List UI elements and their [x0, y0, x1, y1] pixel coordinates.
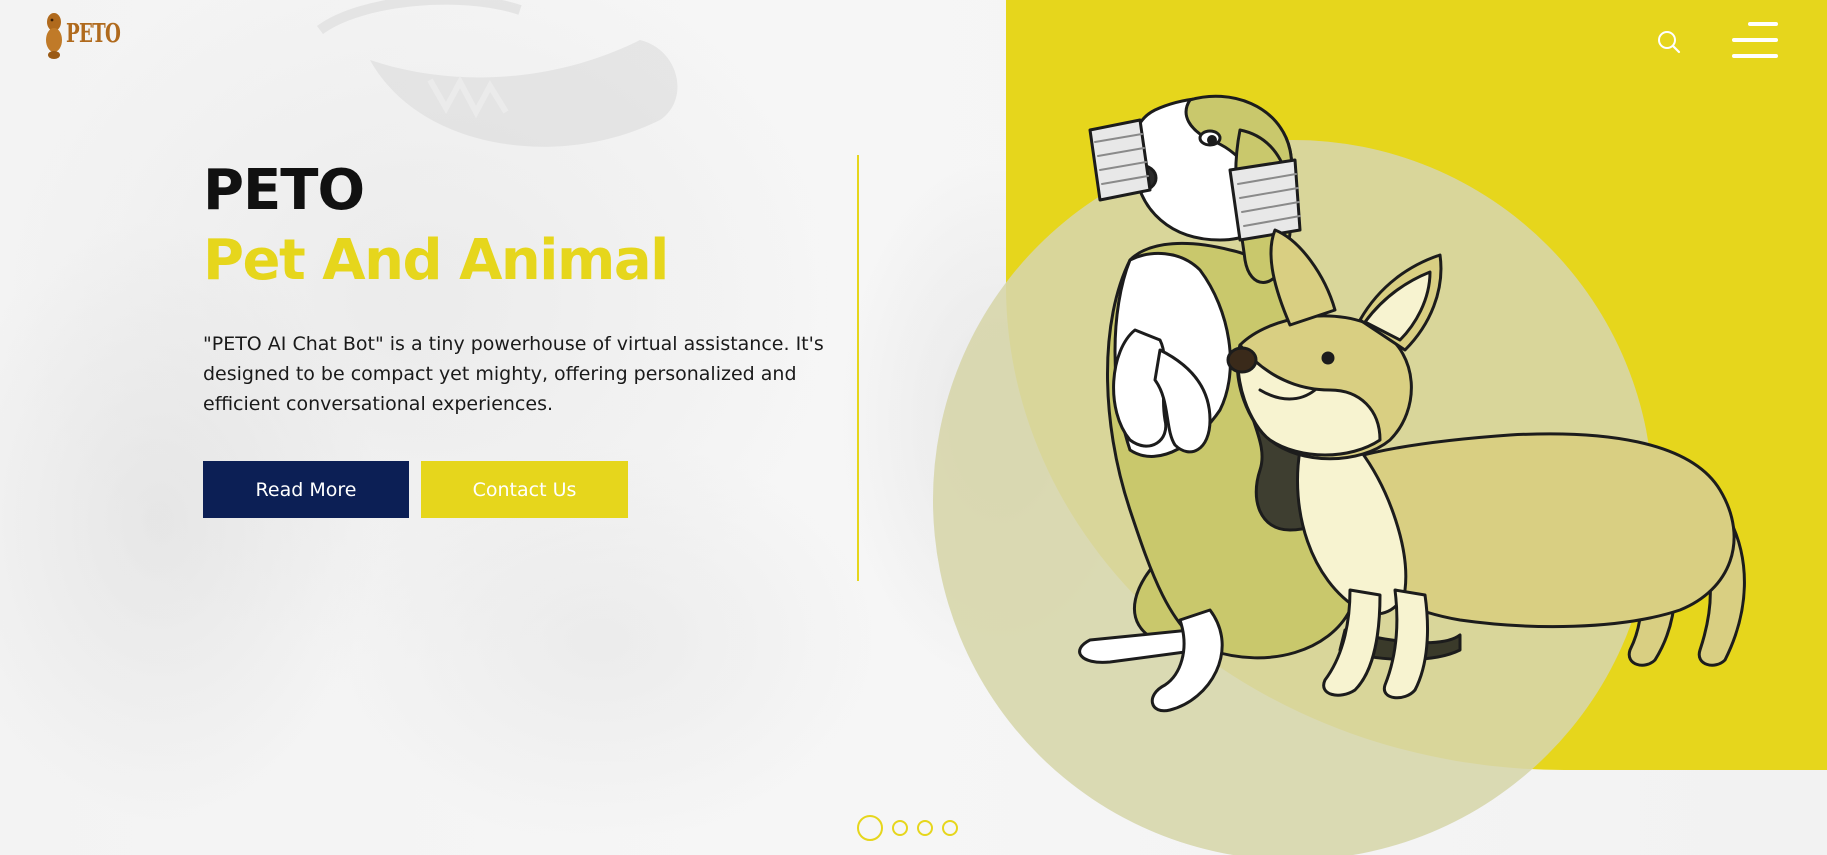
slider-dot-4[interactable]: [942, 820, 958, 836]
contact-us-button[interactable]: Contact Us: [421, 461, 628, 518]
slider-dots: [857, 815, 958, 841]
search-icon: [1658, 31, 1681, 54]
hamburger-menu-icon: [1748, 22, 1778, 26]
hero-subtitle: Pet And Animal: [203, 228, 669, 293]
hero-buttons: Read More Contact Us: [203, 461, 628, 518]
dog-logo-icon: [46, 13, 62, 59]
read-more-button[interactable]: Read More: [203, 461, 409, 518]
vertical-divider: [857, 155, 859, 581]
logo-text: PETO: [66, 19, 121, 49]
menu-button[interactable]: [1732, 22, 1778, 58]
hamburger-menu-icon: [1732, 54, 1778, 58]
hero-brand-title: PETO: [203, 158, 365, 223]
slider-dot-1[interactable]: [857, 815, 883, 841]
slider-dot-3[interactable]: [917, 820, 933, 836]
hero-page: PETO PETO Pet And Animal "PETO AI Chat B…: [0, 0, 1827, 855]
hero-description: "PETO AI Chat Bot" is a tiny powerhouse …: [203, 333, 824, 415]
search-button[interactable]: [1656, 29, 1682, 55]
hero-content: PETO Pet And Animal "PETO AI Chat Bot" i…: [203, 155, 843, 518]
dogs-illustration: [1078, 94, 1746, 713]
slider-dot-2[interactable]: [892, 820, 908, 836]
logo[interactable]: PETO: [44, 8, 143, 60]
hamburger-menu-icon: [1732, 38, 1778, 42]
